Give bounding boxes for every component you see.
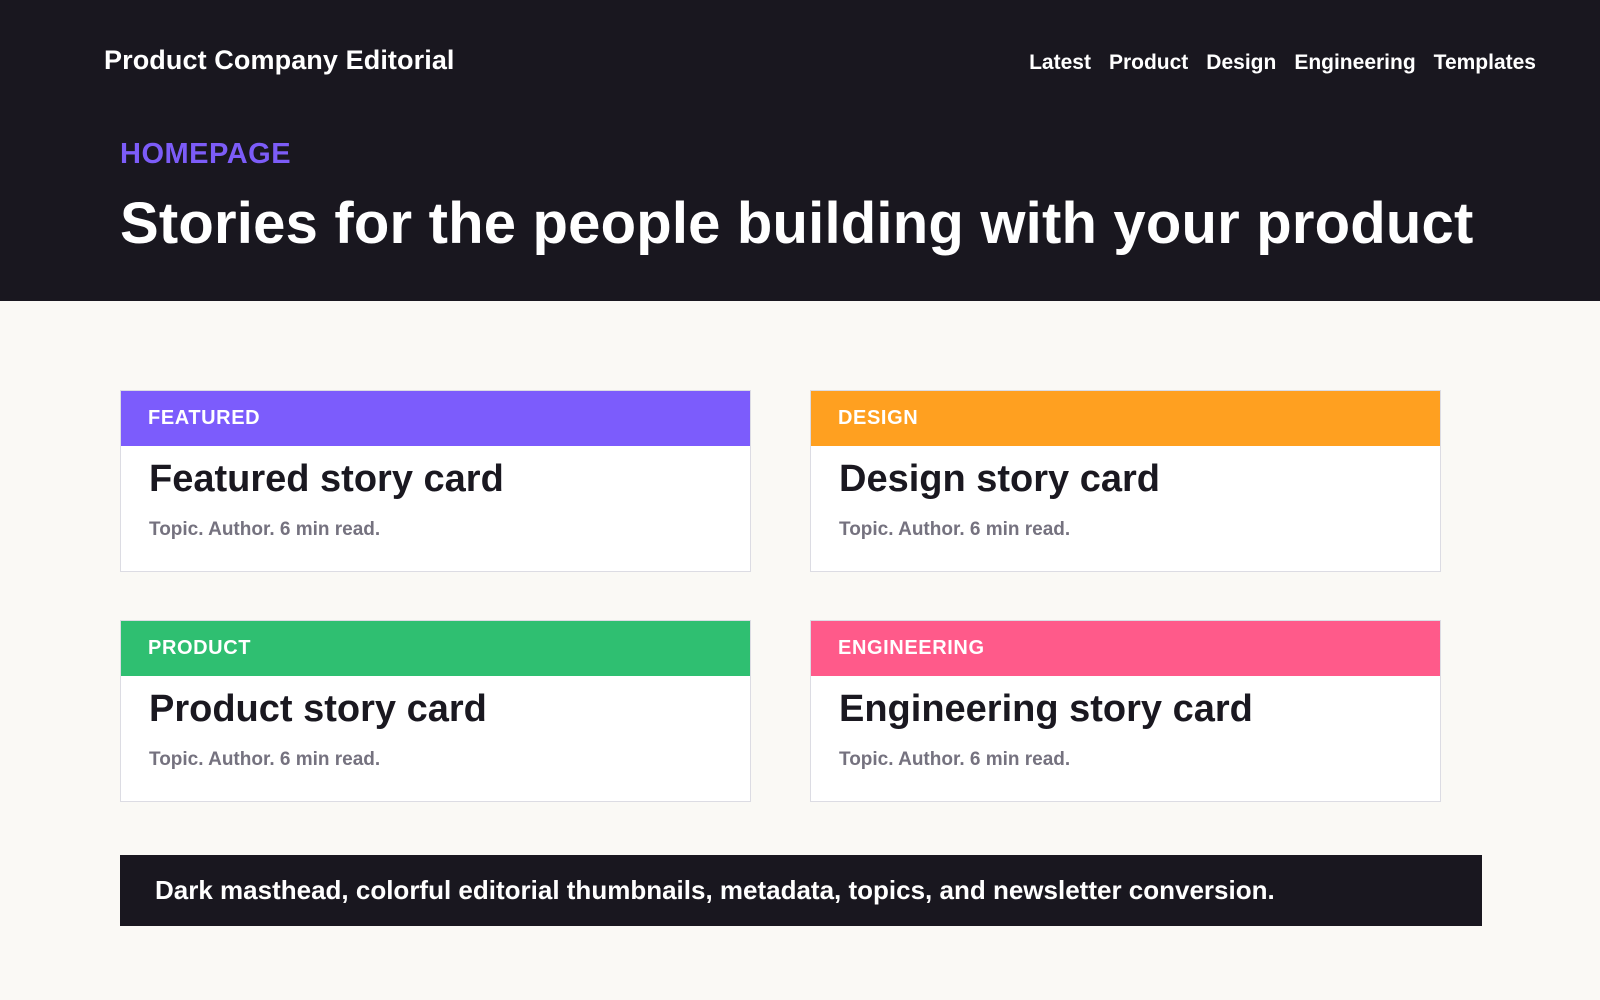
page-headline: Stories for the people building with you…: [120, 191, 1474, 256]
card-title[interactable]: Featured story card: [149, 458, 750, 501]
card-topic-band: ENGINEERING: [811, 621, 1440, 676]
newsletter-banner: Dark masthead, colorful editorial thumbn…: [120, 855, 1482, 926]
card-topic-band: DESIGN: [811, 391, 1440, 446]
nav-link-design[interactable]: Design: [1206, 51, 1276, 75]
card-meta: Topic. Author. 6 min read.: [149, 519, 381, 540]
card-topic-label: FEATURED: [148, 407, 261, 429]
card-title[interactable]: Design story card: [839, 458, 1440, 501]
top-nav: Latest Product Design Engineering Templa…: [1029, 51, 1536, 75]
card-title[interactable]: Product story card: [149, 688, 750, 731]
card-topic-label: DESIGN: [838, 407, 919, 429]
card-topic-label: ENGINEERING: [838, 637, 985, 659]
story-card-design[interactable]: DESIGN Design story card Topic. Author. …: [810, 390, 1441, 572]
card-topic-band: FEATURED: [121, 391, 750, 446]
card-meta: Topic. Author. 6 min read.: [839, 519, 1071, 540]
nav-link-templates[interactable]: Templates: [1434, 51, 1536, 75]
story-card-product[interactable]: PRODUCT Product story card Topic. Author…: [120, 620, 751, 802]
nav-link-engineering[interactable]: Engineering: [1294, 51, 1415, 75]
nav-link-product[interactable]: Product: [1109, 51, 1188, 75]
masthead: Product Company Editorial Latest Product…: [0, 0, 1600, 301]
page-eyebrow: HOMEPAGE: [120, 138, 292, 170]
newsletter-banner-text: Dark masthead, colorful editorial thumbn…: [155, 875, 1275, 905]
card-meta: Topic. Author. 6 min read.: [839, 749, 1071, 770]
card-title[interactable]: Engineering story card: [839, 688, 1440, 731]
brand-title[interactable]: Product Company Editorial: [104, 45, 455, 76]
card-topic-label: PRODUCT: [148, 637, 252, 659]
card-topic-band: PRODUCT: [121, 621, 750, 676]
story-card-featured[interactable]: FEATURED Featured story card Topic. Auth…: [120, 390, 751, 572]
nav-link-latest[interactable]: Latest: [1029, 51, 1091, 75]
card-meta: Topic. Author. 6 min read.: [149, 749, 381, 770]
story-card-engineering[interactable]: ENGINEERING Engineering story card Topic…: [810, 620, 1441, 802]
